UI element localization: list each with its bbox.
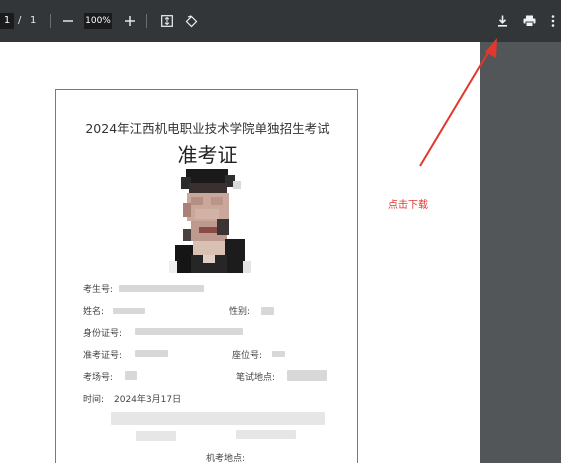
written-exam-site-value: [287, 370, 327, 381]
zoom-in-button[interactable]: [120, 11, 140, 31]
seat-number-value: [272, 351, 285, 357]
toolbar-divider: [146, 14, 147, 28]
side-panel-background: [480, 42, 561, 463]
ticket-number-label: 准考证号:: [83, 351, 123, 361]
exam-number-value: [119, 285, 204, 292]
rotate-button[interactable]: [181, 11, 201, 31]
download-hint-annotation: 点击下载: [388, 200, 428, 211]
fit-to-page-icon: [161, 15, 173, 27]
written-exam-site-label: 笔试地点:: [236, 373, 276, 383]
page-separator: /: [18, 15, 22, 26]
toolbar-divider: [50, 14, 51, 28]
gender-value: [261, 307, 274, 315]
download-icon: [497, 15, 507, 27]
id-number-value: [135, 328, 243, 335]
zoom-out-button[interactable]: [58, 11, 78, 31]
room-number-label: 考场号:: [83, 373, 114, 383]
name-label: 姓名:: [83, 307, 105, 317]
download-button[interactable]: [492, 11, 512, 31]
minus-icon: [63, 20, 73, 22]
room-number-value: [125, 371, 137, 380]
gender-label: 性别:: [229, 307, 251, 317]
more-vertical-icon: [551, 15, 555, 27]
exam-details-redacted: [236, 430, 296, 439]
plus-icon: [125, 16, 135, 26]
document-title: 2024年江西机电职业技术学院单独招生考试: [85, 121, 330, 136]
fit-to-page-button[interactable]: [157, 11, 177, 31]
id-number-label: 身份证号:: [83, 329, 123, 339]
computer-exam-site-label: 机考地点:: [206, 454, 246, 464]
exam-details-redacted: [136, 431, 176, 441]
exam-number-label: 考生号:: [83, 285, 114, 295]
exam-time-value: 2024年3月17日: [114, 395, 182, 405]
print-icon: [523, 15, 535, 27]
zoom-level-input[interactable]: 100%: [84, 13, 112, 29]
seat-number-label: 座位号:: [232, 351, 263, 361]
print-button[interactable]: [519, 11, 539, 31]
page-total: 1: [30, 15, 37, 26]
pdf-toolbar: 1 / 1 100%: [0, 0, 561, 42]
candidate-photo: [169, 169, 251, 273]
more-options-button[interactable]: [546, 11, 560, 31]
name-value: [113, 308, 145, 314]
pdf-page: 2024年江西机电职业技术学院单独招生考试 准考证 考生号: 姓名: 性别: 身…: [55, 89, 358, 464]
page-number-input[interactable]: 1: [0, 13, 14, 29]
ticket-number-value: [135, 350, 168, 357]
side-panel: [480, 42, 561, 463]
exam-details-redacted: [111, 412, 325, 425]
document-subtitle: 准考证: [177, 143, 238, 167]
exam-time-label: 时间:: [83, 395, 105, 405]
rotate-icon: [185, 14, 197, 27]
